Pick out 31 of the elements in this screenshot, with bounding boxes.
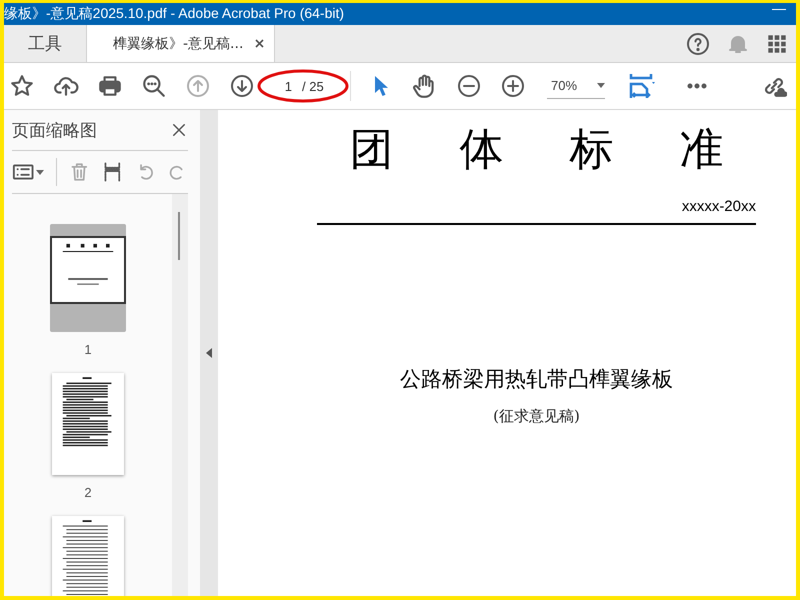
zoom-out-icon[interactable] [457,74,481,98]
zoom-search-icon[interactable] [141,73,167,99]
page-thumbnail[interactable] [50,224,126,332]
zoom-in-icon[interactable] [501,74,525,98]
document-subtitle: (征求意见稿) [492,407,581,426]
grid-icon[interactable] [766,32,788,54]
panel-title: 页面缩略图 [12,120,97,142]
page-thumbnail[interactable] [52,373,124,475]
close-icon[interactable] [170,121,188,139]
collapse-icon[interactable] [206,348,212,358]
arrow-down-icon[interactable] [230,74,254,98]
tab[interactable]: 工具 [4,25,86,62]
page-count: / 25 [302,78,324,94]
fit-page-icon[interactable] [627,72,655,100]
help-icon[interactable] [686,32,710,56]
scrollbar[interactable] [172,194,188,596]
insert-page-icon[interactable] [102,160,123,184]
close-icon[interactable] [255,39,264,48]
zoom-dropdown[interactable]: 70% [547,73,605,99]
document-heading: 团体标准 [348,123,790,177]
star-icon[interactable] [9,73,35,99]
minimize-button[interactable] [772,8,786,10]
page-number: 1 [84,342,92,357]
document-title: 公路桥梁用热轧带凸榫翼缘板 [399,366,674,393]
tab[interactable]: 榫翼缘板》-意见稿... [86,25,276,62]
page-number-field[interactable]: 1 [264,78,292,94]
page-thumbnail[interactable] [52,516,124,596]
page-number: 2 [84,485,92,500]
cursor-icon[interactable] [372,75,390,97]
standard-code: xxxxx-20xx [680,198,756,215]
window-title: 缘板》-意见稿2025.10.pdf - Adobe Acrobat Pro (64-bit) [4,5,344,23]
